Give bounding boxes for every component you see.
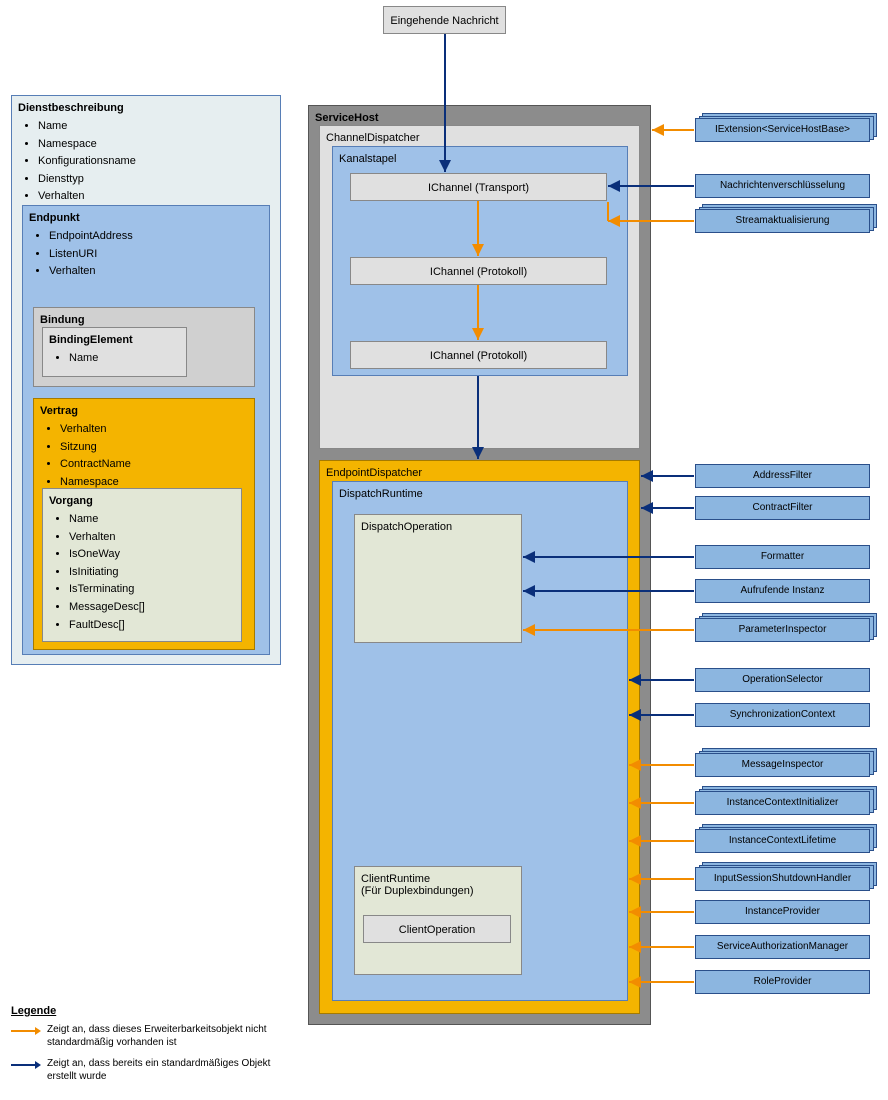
legend-blue-text: Zeigt an, dass bereits ein standardmäßig… (47, 1057, 271, 1083)
incoming-message-box: Eingehende Nachricht (383, 6, 506, 34)
channel-dispatcher-title: ChannelDispatcher (326, 132, 633, 144)
client-operation-box: ClientOperation (363, 915, 511, 943)
ext-contract-filter: ContractFilter (695, 496, 870, 520)
ext-formatter: Formatter (695, 545, 870, 569)
ext-msg-encrypt: Nachrichtenverschlüsselung (695, 174, 870, 198)
ext-param-inspector: ParameterInspector (695, 618, 870, 642)
ext-iextension: IExtension<ServiceHostBase> (695, 118, 870, 142)
operation-list: Name Verhalten IsOneWay IsInitiating IsT… (49, 511, 235, 634)
legend-orange-text: Zeigt an, dass dieses Erweiterbarkeitsob… (47, 1023, 271, 1049)
ext-instance-provider: InstanceProvider (695, 900, 870, 924)
desc-item: Name (38, 118, 274, 136)
kanalstapel-title: Kanalstapel (339, 153, 621, 165)
ext-invoker: Aufrufende Instanz (695, 579, 870, 603)
ext-input-shutdown: InputSessionShutdownHandler (695, 867, 870, 891)
operation-box: Vorgang Name Verhalten IsOneWay IsInitia… (42, 488, 242, 642)
ext-address-filter: AddressFilter (695, 464, 870, 488)
binding-element-box: BindingElement Name (42, 327, 187, 377)
operation-item: Name (69, 511, 235, 529)
binding-element-list: Name (49, 350, 180, 368)
endpoint-list: EndpointAddress ListenURI Verhalten (29, 228, 263, 281)
endpoint-title: Endpunkt (29, 212, 263, 224)
legend-orange-arrow-icon (11, 1025, 41, 1037)
contract-title: Vertrag (40, 405, 248, 417)
operation-title: Vorgang (49, 495, 235, 507)
endpoint-item: ListenURI (49, 246, 263, 264)
service-description-title: Dienstbeschreibung (18, 102, 274, 114)
legend: Legende Zeigt an, dass dieses Erweiterba… (11, 1005, 271, 1091)
ext-ictx-lifetime: InstanceContextLifetime (695, 829, 870, 853)
operation-item: FaultDesc[] (69, 617, 235, 635)
ext-msg-inspector: MessageInspector (695, 753, 870, 777)
desc-item: Diensttyp (38, 171, 274, 189)
service-host-title: ServiceHost (315, 112, 644, 124)
ext-sync-context: SynchronizationContext (695, 703, 870, 727)
ext-role-provider: RoleProvider (695, 970, 870, 994)
binding-element-item: Name (69, 350, 180, 368)
dispatch-runtime-title: DispatchRuntime (339, 488, 621, 500)
contract-list: Verhalten Sitzung ContractName Namespace (40, 421, 248, 491)
binding-title: Bindung (40, 314, 248, 326)
ichannel-protocol-box: IChannel (Protokoll) (350, 257, 607, 285)
contract-item: Sitzung (60, 439, 248, 457)
desc-item: Namespace (38, 136, 274, 154)
operation-item: Verhalten (69, 529, 235, 547)
operation-item: IsTerminating (69, 581, 235, 599)
client-runtime-line1: ClientRuntime (361, 873, 515, 885)
desc-item: Konfigurationsname (38, 153, 274, 171)
dispatch-operation-title: DispatchOperation (361, 521, 515, 533)
endpoint-item: EndpointAddress (49, 228, 263, 246)
desc-item: Verhalten (38, 188, 274, 206)
legend-title: Legende (11, 1005, 271, 1017)
operation-item: MessageDesc[] (69, 599, 235, 617)
client-runtime-line2: (Für Duplexbindungen) (361, 885, 515, 897)
legend-blue-arrow-icon (11, 1059, 41, 1071)
endpoint-dispatcher-title: EndpointDispatcher (326, 467, 633, 479)
operation-item: IsOneWay (69, 546, 235, 564)
contract-item: Verhalten (60, 421, 248, 439)
operation-item: IsInitiating (69, 564, 235, 582)
ext-stream-update: Streamaktualisierung (695, 209, 870, 233)
ichannel-protocol-box: IChannel (Protokoll) (350, 341, 607, 369)
contract-item: ContractName (60, 456, 248, 474)
service-description-list: Name Namespace Konfigurationsname Dienst… (18, 118, 274, 206)
binding-element-title: BindingElement (49, 334, 180, 346)
ext-ictx-init: InstanceContextInitializer (695, 791, 870, 815)
ichannel-transport-box: IChannel (Transport) (350, 173, 607, 201)
dispatch-operation-box: DispatchOperation (354, 514, 522, 643)
endpoint-item: Verhalten (49, 263, 263, 281)
ext-op-selector: OperationSelector (695, 668, 870, 692)
ext-svc-auth-mgr: ServiceAuthorizationManager (695, 935, 870, 959)
